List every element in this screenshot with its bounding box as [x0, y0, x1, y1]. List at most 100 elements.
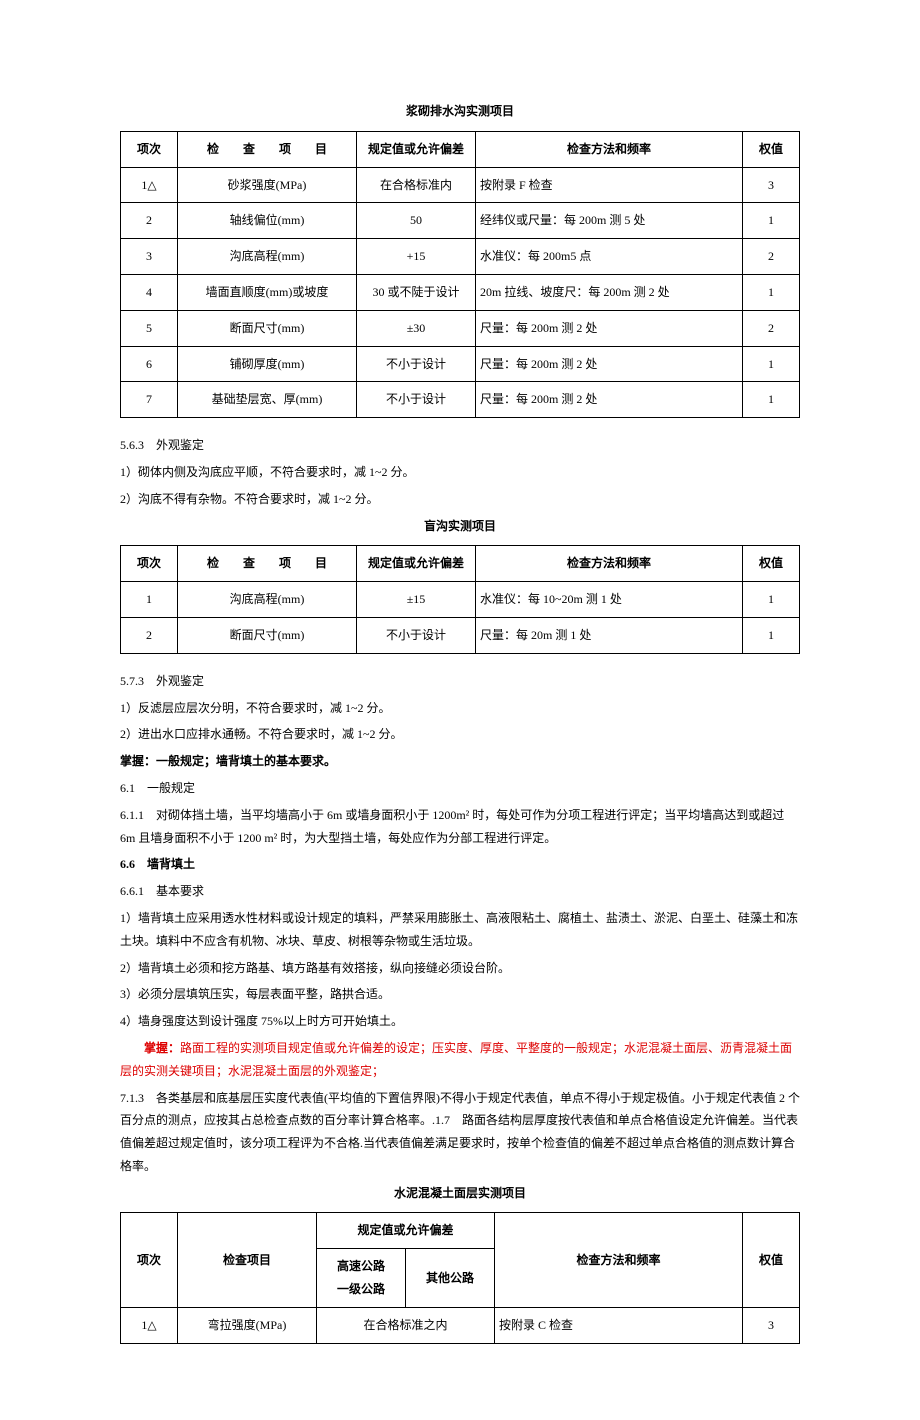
- cell: ±30: [357, 310, 476, 346]
- section-66-p4: 4）墙身强度达到设计强度 75%以上时方可开始填土。: [120, 1010, 800, 1033]
- cell: 1: [743, 274, 800, 310]
- table1: 项次 检 查 项 目 规定值或允许偏差 检查方法和频率 权值 1△砂浆强度(MP…: [120, 131, 800, 418]
- section-611: 6.1.1 对砌体挡土墙，当平均墙高小于 6m 或墙身面积小于 1200m² 时…: [120, 804, 800, 850]
- th-weight: 权值: [743, 546, 800, 582]
- section-66: 6.6 墙背填土: [120, 853, 800, 876]
- cell: 3: [121, 239, 178, 275]
- th-spec-b: 其他公路: [406, 1249, 495, 1308]
- table3: 项次 检查项目 规定值或允许偏差 检查方法和频率 权值 高速公路 一级公路 其他…: [120, 1212, 800, 1343]
- cell: 2: [743, 310, 800, 346]
- cell: 水准仪：每 10~20m 测 1 处: [476, 582, 743, 618]
- table-header-row: 项次 检 查 项 目 规定值或允许偏差 检查方法和频率 权值: [121, 131, 800, 167]
- cell: 基础垫层宽、厚(mm): [178, 382, 357, 418]
- th-item: 检 查 项 目: [178, 131, 357, 167]
- cell: 水准仪：每 200m5 点: [476, 239, 743, 275]
- th-spec-a: 高速公路 一级公路: [317, 1249, 406, 1308]
- th-item: 检查项目: [178, 1213, 317, 1307]
- table-row: 1沟底高程(mm)±15水准仪：每 10~20m 测 1 处1: [121, 582, 800, 618]
- section-563-title: 5.6.3 外观鉴定: [120, 434, 800, 457]
- th-item: 检 查 项 目: [178, 546, 357, 582]
- table-row: 1△砂浆强度(MPa)在合格标准内按附录 F 检查3: [121, 167, 800, 203]
- th-method: 检查方法和频率: [476, 546, 743, 582]
- th-no: 项次: [121, 131, 178, 167]
- cell: 尺量：每 200m 测 2 处: [476, 346, 743, 382]
- table3-title: 水泥混凝土面层实测项目: [120, 1182, 800, 1205]
- cell: 不小于设计: [357, 382, 476, 418]
- th-no: 项次: [121, 546, 178, 582]
- cell: 1: [743, 617, 800, 653]
- th-spec: 规定值或允许偏差: [357, 546, 476, 582]
- cell: 1△: [121, 167, 178, 203]
- cell: 1: [121, 582, 178, 618]
- table-row: 1△ 弯拉强度(MPa) 在合格标准之内 按附录 C 检查 3: [121, 1307, 800, 1343]
- cell: 30 或不陡于设计: [357, 274, 476, 310]
- cell: 7: [121, 382, 178, 418]
- grasp-red-text: 路面工程的实测项目规定值或允许偏差的设定；压实度、厚度、平整度的一般规定；水泥混…: [120, 1041, 792, 1078]
- cell: 在合格标准内: [357, 167, 476, 203]
- cell: 1: [743, 582, 800, 618]
- cell: 尺量：每 200m 测 2 处: [476, 310, 743, 346]
- th-weight: 权值: [743, 1213, 800, 1307]
- cell: 砂浆强度(MPa): [178, 167, 357, 203]
- th-weight: 权值: [743, 131, 800, 167]
- cell: 50: [357, 203, 476, 239]
- table-row: 3沟底高程(mm)+15水准仪：每 200m5 点2: [121, 239, 800, 275]
- cell: 轴线偏位(mm): [178, 203, 357, 239]
- grasp-red-label: 掌握：: [144, 1041, 180, 1055]
- table-row: 2断面尺寸(mm)不小于设计尺量：每 20m 测 1 处1: [121, 617, 800, 653]
- cell: 4: [121, 274, 178, 310]
- section-563-p2: 2）沟底不得有杂物。不符合要求时，减 1~2 分。: [120, 488, 800, 511]
- section-573-title: 5.7.3 外观鉴定: [120, 670, 800, 693]
- section-563-p1: 1）砌体内侧及沟底应平顺，不符合要求时，减 1~2 分。: [120, 461, 800, 484]
- cell: ±15: [357, 582, 476, 618]
- cell: 1△: [121, 1307, 178, 1343]
- grasp-red-line: 掌握：路面工程的实测项目规定值或允许偏差的设定；压实度、厚度、平整度的一般规定；…: [120, 1037, 800, 1083]
- table2: 项次 检 查 项 目 规定值或允许偏差 检查方法和频率 权值 1沟底高程(mm)…: [120, 545, 800, 653]
- cell: 尺量：每 200m 测 2 处: [476, 382, 743, 418]
- cell: 在合格标准之内: [317, 1307, 495, 1343]
- cell: 2: [121, 203, 178, 239]
- cell: 20m 拉线、坡度尺：每 200m 测 2 处: [476, 274, 743, 310]
- cell: 经纬仪或尺量：每 200m 测 5 处: [476, 203, 743, 239]
- cell: +15: [357, 239, 476, 275]
- cell: 1: [743, 346, 800, 382]
- cell: 铺砌厚度(mm): [178, 346, 357, 382]
- cell: 2: [121, 617, 178, 653]
- cell: 弯拉强度(MPa): [178, 1307, 317, 1343]
- cell: 6: [121, 346, 178, 382]
- cell: 5: [121, 310, 178, 346]
- section-61: 6.1 一般规定: [120, 777, 800, 800]
- cell: 2: [743, 239, 800, 275]
- cell: 不小于设计: [357, 617, 476, 653]
- cell: 沟底高程(mm): [178, 239, 357, 275]
- th-no: 项次: [121, 1213, 178, 1307]
- table2-title: 盲沟实测项目: [120, 515, 800, 538]
- cell: 按附录 C 检查: [495, 1307, 743, 1343]
- cell: 按附录 F 检查: [476, 167, 743, 203]
- table-row: 6铺砌厚度(mm)不小于设计尺量：每 200m 测 2 处1: [121, 346, 800, 382]
- section-713: 7.1.3 各类基层和底基层压实度代表值(平均值的下置信界限)不得小于规定代表值…: [120, 1087, 800, 1178]
- cell: 尺量：每 20m 测 1 处: [476, 617, 743, 653]
- table-row: 2轴线偏位(mm)50经纬仪或尺量：每 200m 测 5 处1: [121, 203, 800, 239]
- section-573-p2: 2）进出水口应排水通畅。不符合要求时，减 1~2 分。: [120, 723, 800, 746]
- cell: 3: [743, 1307, 800, 1343]
- grasp-1: 掌握：一般规定；墙背填土的基本要求。: [120, 750, 800, 773]
- cell: 3: [743, 167, 800, 203]
- section-66-p2: 2）墙背填土必须和挖方路基、填方路基有效搭接，纵向接缝必须设台阶。: [120, 957, 800, 980]
- table-row: 5断面尺寸(mm)±30尺量：每 200m 测 2 处2: [121, 310, 800, 346]
- cell: 断面尺寸(mm): [178, 617, 357, 653]
- cell: 墙面直顺度(mm)或坡度: [178, 274, 357, 310]
- section-66-p3: 3）必须分层填筑压实，每层表面平整，路拱合适。: [120, 983, 800, 1006]
- cell: 不小于设计: [357, 346, 476, 382]
- table-header-row: 项次 检 查 项 目 规定值或允许偏差 检查方法和频率 权值: [121, 546, 800, 582]
- th-spec: 规定值或允许偏差: [317, 1213, 495, 1249]
- cell: 1: [743, 382, 800, 418]
- table-header-row: 项次 检查项目 规定值或允许偏差 检查方法和频率 权值: [121, 1213, 800, 1249]
- table-row: 7基础垫层宽、厚(mm)不小于设计尺量：每 200m 测 2 处1: [121, 382, 800, 418]
- th-method: 检查方法和频率: [476, 131, 743, 167]
- cell: 沟底高程(mm): [178, 582, 357, 618]
- table-row: 4墙面直顺度(mm)或坡度30 或不陡于设计20m 拉线、坡度尺：每 200m …: [121, 274, 800, 310]
- cell: 断面尺寸(mm): [178, 310, 357, 346]
- section-661: 6.6.1 基本要求: [120, 880, 800, 903]
- th-spec: 规定值或允许偏差: [357, 131, 476, 167]
